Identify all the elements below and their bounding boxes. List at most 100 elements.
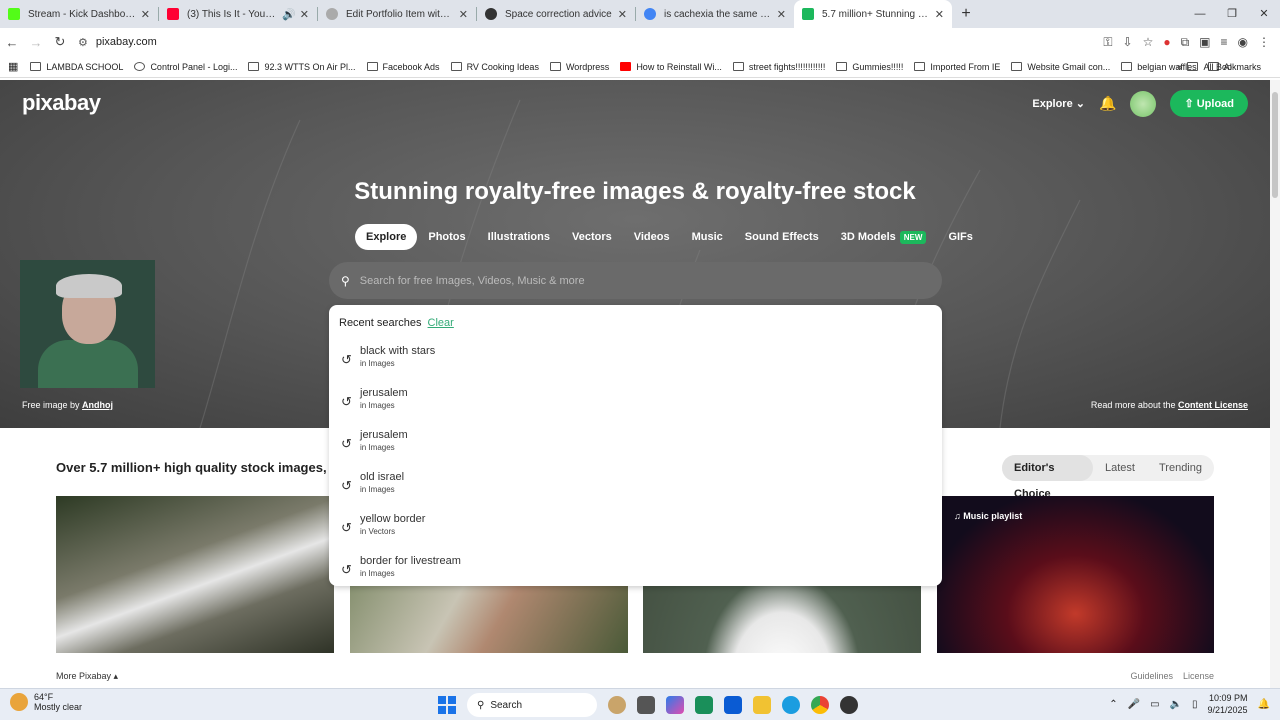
all-bookmarks[interactable]: All Bookmarks bbox=[1187, 62, 1261, 72]
list-item[interactable]: ↺ old israel in Images bbox=[329, 470, 942, 512]
chrome-icon[interactable] bbox=[811, 696, 829, 714]
tab-google[interactable]: is cachexia the same as malnutr✕ bbox=[636, 0, 794, 28]
close-icon[interactable]: ✕ bbox=[300, 8, 309, 21]
obs-icon[interactable] bbox=[840, 696, 858, 714]
close-icon[interactable]: ✕ bbox=[141, 8, 150, 21]
clock[interactable]: 10:09 PM 9/21/2025 bbox=[1208, 692, 1248, 716]
explore-menu[interactable]: Explore ⌄ bbox=[1032, 97, 1085, 110]
app-icon[interactable] bbox=[724, 696, 742, 714]
media-icon[interactable]: ≡ bbox=[1221, 35, 1228, 50]
task-view-icon[interactable] bbox=[637, 696, 655, 714]
extension-red-icon[interactable]: ● bbox=[1163, 35, 1170, 50]
tab-photos[interactable]: Photos bbox=[417, 224, 476, 250]
tab-vectors[interactable]: Vectors bbox=[561, 224, 623, 250]
apps-icon[interactable]: ▦ bbox=[8, 60, 18, 73]
tab-search-icon[interactable]: ▣ bbox=[1199, 35, 1210, 50]
volume-icon[interactable]: 🔈 bbox=[1170, 699, 1182, 710]
weather-widget[interactable]: 64°F Mostly clear bbox=[10, 692, 82, 712]
tab-3d-models[interactable]: 3D Models NEW bbox=[830, 224, 938, 250]
file-explorer-icon[interactable] bbox=[753, 696, 771, 714]
bookmark[interactable]: RV Cooking Ideas bbox=[450, 62, 539, 72]
forward-icon[interactable]: → bbox=[24, 35, 48, 50]
close-icon[interactable]: ✕ bbox=[618, 8, 627, 21]
battery-icon[interactable]: ▯ bbox=[1192, 699, 1198, 710]
close-icon[interactable]: ✕ bbox=[777, 8, 786, 21]
bell-icon[interactable]: 🔔 bbox=[1099, 95, 1116, 112]
bookmark[interactable]: Control Panel - Logi... bbox=[134, 62, 237, 72]
content-license-link[interactable]: Content License bbox=[1178, 400, 1248, 410]
bookmark[interactable]: How to Reinstall Wi... bbox=[620, 62, 722, 72]
search-bar[interactable]: ⚲ bbox=[329, 262, 942, 299]
tab-music[interactable]: Music bbox=[681, 224, 734, 250]
network-icon[interactable]: ▭ bbox=[1150, 699, 1159, 710]
list-item[interactable]: ↺ black with stars in Images bbox=[329, 344, 942, 386]
bookmark[interactable]: Imported From IE bbox=[914, 62, 1000, 72]
reload-icon[interactable]: ↻ bbox=[48, 34, 72, 50]
sort-trending[interactable]: Trending bbox=[1147, 462, 1214, 474]
extensions-icon[interactable]: ⧉ bbox=[1181, 35, 1190, 50]
tab-illustrations[interactable]: Illustrations bbox=[477, 224, 561, 250]
bookmark-star-icon[interactable]: ☆ bbox=[1143, 35, 1154, 50]
list-item[interactable]: ↺ jerusalem in Images bbox=[329, 386, 942, 428]
tab-sound-effects[interactable]: Sound Effects bbox=[734, 224, 830, 250]
widget-icon[interactable] bbox=[608, 696, 626, 714]
bookmark[interactable]: Gummies!!!!! bbox=[836, 62, 903, 72]
clear-button[interactable]: Clear bbox=[428, 317, 454, 329]
taskbar-search[interactable]: ⚲ Search bbox=[467, 693, 597, 717]
profile-avatar-icon[interactable]: ◉ bbox=[1238, 35, 1248, 50]
tab-chatgpt[interactable]: Space correction advice ✕ bbox=[477, 0, 635, 28]
search-icon[interactable]: ⚲ bbox=[341, 274, 350, 288]
stream-rocks-photo[interactable] bbox=[56, 496, 334, 653]
bookmark[interactable]: Facebook Ads bbox=[366, 62, 440, 72]
tab-explore[interactable]: Explore bbox=[355, 224, 418, 250]
url-field[interactable]: ⚙ pixabay.com bbox=[78, 31, 1103, 53]
minimize-button[interactable]: — bbox=[1184, 0, 1216, 28]
microphone-icon[interactable]: 🎤 bbox=[1128, 699, 1140, 710]
tab-gifs[interactable]: GIFs bbox=[937, 224, 983, 250]
tab-pixabay[interactable]: 5.7 million+ Stunning Free Imag✕ bbox=[794, 0, 952, 28]
bookmark[interactable]: Wordpress bbox=[549, 62, 609, 72]
scrollbar-thumb[interactable] bbox=[1272, 92, 1278, 198]
bookmark[interactable]: Website Gmail con... bbox=[1011, 62, 1110, 72]
upload-button[interactable]: ⇧ Upload bbox=[1170, 90, 1248, 117]
more-bookmarks-icon[interactable]: » bbox=[1177, 62, 1182, 72]
install-icon[interactable]: ⇩ bbox=[1123, 35, 1133, 50]
search-input[interactable] bbox=[359, 274, 860, 287]
back-icon[interactable]: ← bbox=[0, 35, 24, 50]
author-link[interactable]: Andhoj bbox=[82, 400, 113, 410]
site-info-icon[interactable]: ⚙ bbox=[78, 36, 88, 49]
pixabay-logo[interactable]: pixabay bbox=[22, 90, 101, 116]
maximize-button[interactable]: ❐ bbox=[1216, 0, 1248, 28]
tab-youtube[interactable]: (3) This Is It - YouTube 🔊 ✕ bbox=[159, 0, 317, 28]
close-icon[interactable]: ✕ bbox=[459, 8, 468, 21]
chevron-up-icon[interactable]: ⌃ bbox=[1109, 699, 1117, 710]
store-icon[interactable] bbox=[695, 696, 713, 714]
windows-start-icon[interactable] bbox=[438, 696, 456, 714]
close-window-button[interactable]: ✕ bbox=[1248, 0, 1280, 28]
tab-videos[interactable]: Videos bbox=[623, 224, 681, 250]
list-item[interactable]: ↺ jerusalem in Images bbox=[329, 428, 942, 470]
bookmark[interactable]: street fights!!!!!!!!!!!! bbox=[732, 62, 825, 72]
bookmark[interactable]: belgian waffles bbox=[1121, 62, 1197, 72]
menu-icon[interactable]: ⋮ bbox=[1258, 35, 1270, 50]
list-item[interactable]: ↺ yellow border in Vectors bbox=[329, 512, 942, 554]
list-item[interactable]: ↺ border for livestream in Images bbox=[329, 554, 942, 596]
sort-editors-choice[interactable]: Editor's Choice bbox=[1002, 455, 1094, 500]
more-pixabay-link[interactable]: More Pixabay ▴ bbox=[56, 671, 118, 682]
scrollbar[interactable] bbox=[1270, 80, 1280, 688]
new-tab-button[interactable]: + bbox=[952, 5, 980, 23]
notifications-icon[interactable]: 🔔 bbox=[1258, 699, 1270, 710]
upload-icon: ⇧ bbox=[1184, 98, 1194, 110]
bookmark[interactable]: LAMBDA SCHOOL bbox=[30, 62, 123, 72]
tab-wpbakery[interactable]: Edit Portfolio Item with WPBak✕ bbox=[318, 0, 476, 28]
speaker-icon[interactable]: 🔊 bbox=[282, 8, 296, 21]
footer-links[interactable]: Guidelines License bbox=[1130, 671, 1214, 681]
edge-icon[interactable] bbox=[782, 696, 800, 714]
bookmark[interactable]: 92.3 WTTS On Air Pl... bbox=[248, 62, 356, 72]
sort-latest[interactable]: Latest bbox=[1093, 462, 1147, 474]
avatar[interactable] bbox=[1130, 90, 1157, 117]
password-key-icon[interactable]: ⚿ bbox=[1103, 35, 1112, 50]
copilot-icon[interactable] bbox=[666, 696, 684, 714]
tab-kick[interactable]: Stream - Kick Dashboard ✕ bbox=[0, 0, 158, 28]
close-icon[interactable]: ✕ bbox=[935, 8, 944, 21]
